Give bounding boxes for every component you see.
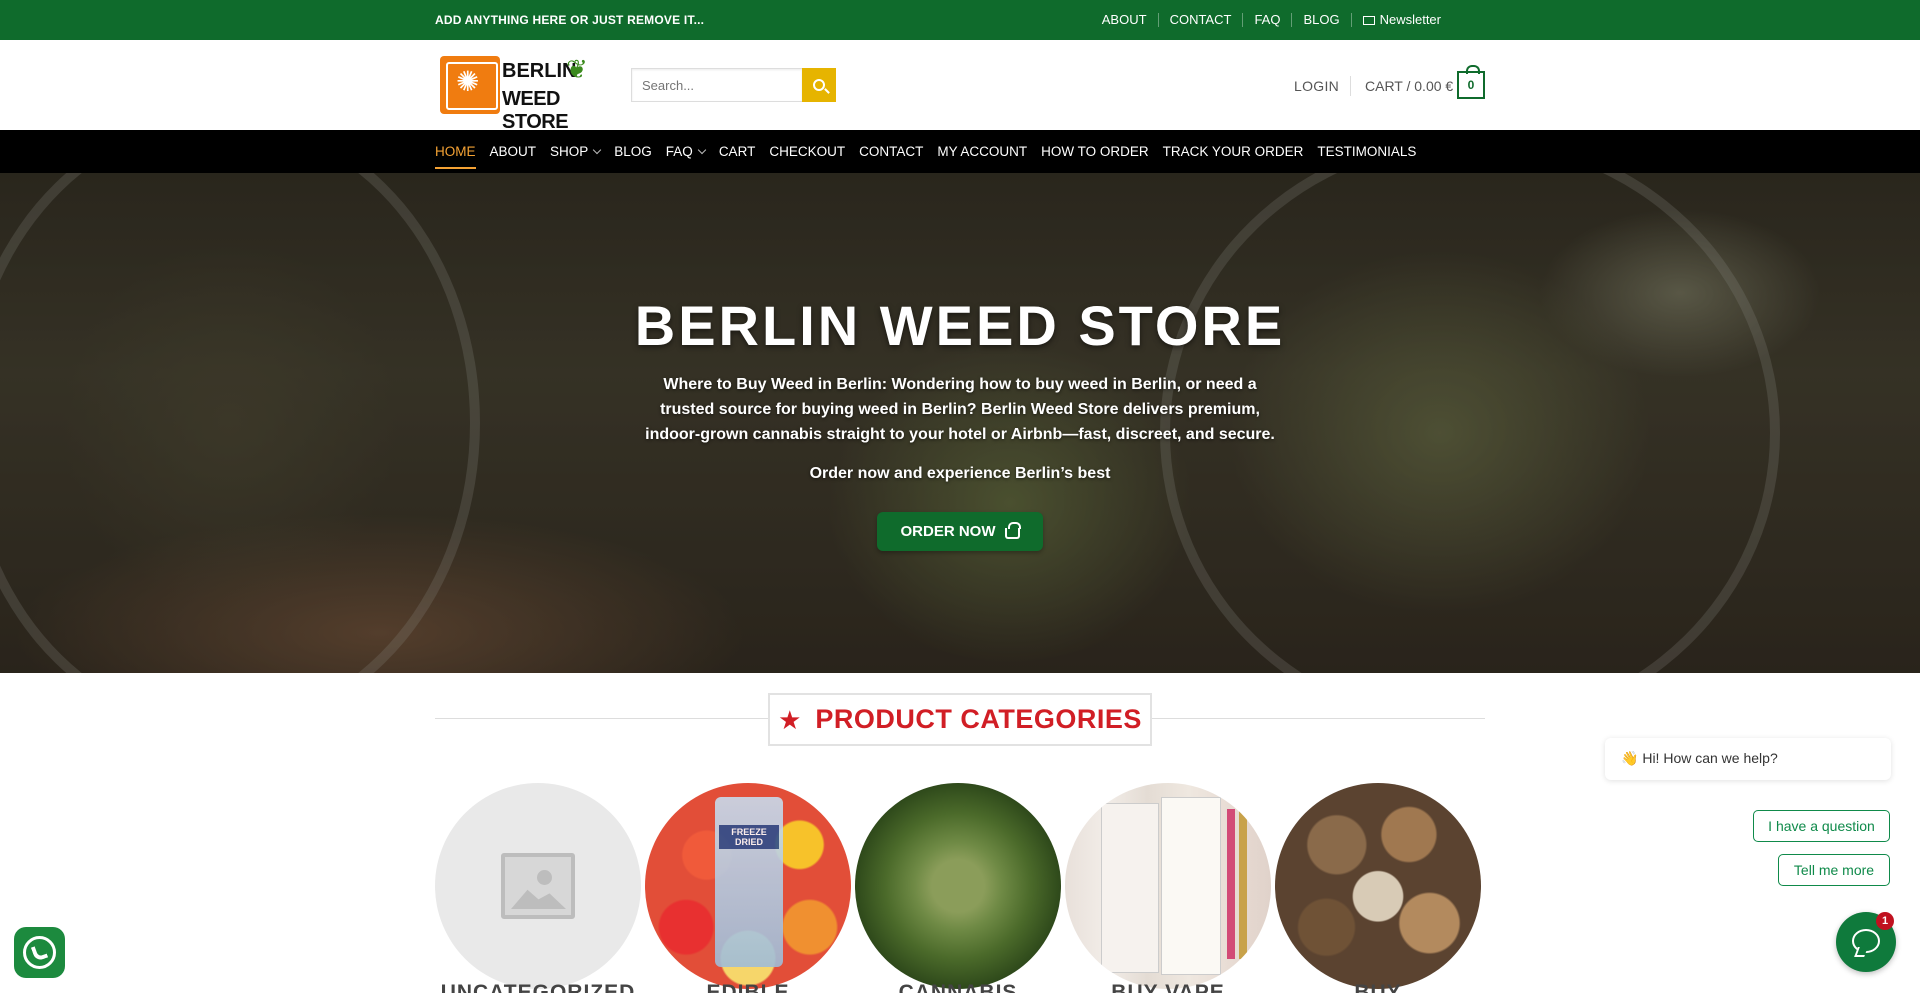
chat-greeting-text: Hi! How can we help? — [1642, 750, 1778, 766]
main-nav: HOME ABOUT SHOP BLOG FAQ CART CHECKOUT CONTACT M… — [0, 130, 1920, 173]
order-now-button[interactable]: ORDER NOW — [877, 512, 1043, 551]
nav-item-label: FAQ — [665, 144, 693, 159]
category-uncategorized[interactable]: UNCATEGORIZED — [435, 783, 641, 993]
logo-badge: ✺ — [440, 56, 500, 114]
top-link-blog[interactable]: BLOG — [1291, 13, 1350, 27]
cannabis-category-image — [855, 783, 1061, 989]
mushroom-category-image — [1275, 783, 1481, 989]
chat-option-tell-more[interactable]: Tell me more — [1778, 854, 1890, 886]
nav-item-label: MY ACCOUNT — [937, 144, 1028, 159]
nav-item-contact[interactable]: CONTACT — [859, 130, 923, 173]
category-label: CANNABIS — [898, 981, 1018, 993]
logo-leaf-icon: ❦ — [566, 54, 588, 84]
page: ADD ANYTHING HERE OR JUST REMOVE IT... A… — [0, 0, 1920, 993]
nav-item-home[interactable]: HOME — [435, 130, 476, 173]
chat-notification-badge: 1 — [1876, 912, 1894, 930]
top-links: ABOUT CONTACT FAQ BLOG Newsletter — [1091, 0, 1452, 40]
category-edible[interactable]: FREEZE DRIED EDIBLE — [645, 783, 851, 993]
hero-description: Where to Buy Weed in Berlin: Wondering h… — [645, 376, 1275, 443]
site-logo[interactable]: ✺ BERLIN ❦ WEED STORE — [438, 52, 598, 133]
top-link-contact[interactable]: CONTACT — [1157, 13, 1243, 27]
category-label: UNCATEGORIZED — [440, 981, 636, 993]
star-icon: ★ — [778, 704, 802, 735]
category-buy-vape[interactable]: BUY VAPE — [1065, 783, 1271, 993]
top-link-faq[interactable]: FAQ — [1242, 13, 1291, 27]
edible-category-image: FREEZE DRIED — [645, 783, 851, 989]
nav-item-label: HOME — [435, 144, 476, 159]
nav-item-label: TRACK YOUR ORDER — [1162, 144, 1304, 159]
product-categories-heading: ★ PRODUCT CATEGORIES — [768, 693, 1152, 746]
nav-item-label: HOW TO ORDER — [1041, 144, 1149, 159]
product-categories-title: PRODUCT CATEGORIES — [815, 704, 1142, 734]
nav-item-label: CONTACT — [859, 144, 924, 159]
chevron-down-icon — [593, 145, 602, 154]
order-now-label: ORDER NOW — [900, 523, 996, 540]
chat-icon — [1852, 929, 1880, 953]
nav-item-track-your-order[interactable]: TRACK YOUR ORDER — [1163, 130, 1304, 173]
chevron-down-icon — [697, 145, 707, 154]
header: ✺ BERLIN ❦ WEED STORE LOGIN CART / 0.00 … — [0, 40, 1920, 133]
top-bar: ADD ANYTHING HERE OR JUST REMOVE IT... A… — [0, 0, 1920, 40]
bag-label: FREEZE DRIED — [719, 825, 779, 849]
category-buy[interactable]: BUY — [1275, 783, 1481, 993]
category-cannabis[interactable]: CANNABIS — [855, 783, 1061, 993]
nav-item-about[interactable]: ABOUT — [490, 130, 537, 173]
category-grid: UNCATEGORIZED FREEZE DRIED EDIBLE CANNAB… — [435, 783, 1485, 993]
login-link[interactable]: LOGIN — [1294, 78, 1339, 94]
hero-title: BERLIN WEED STORE — [634, 294, 1286, 357]
newsletter-label: Newsletter — [1379, 12, 1441, 27]
category-label: EDIBLE — [706, 981, 790, 993]
nav-item-faq[interactable]: FAQ — [665, 130, 707, 173]
cannabis-leaf-icon: ✺ — [456, 66, 480, 97]
nav-item-how-to-order[interactable]: HOW TO ORDER — [1041, 130, 1149, 173]
top-link-newsletter[interactable]: Newsletter — [1350, 12, 1452, 27]
nav-item-shop[interactable]: SHOP — [550, 130, 602, 173]
placeholder-image-icon — [435, 783, 641, 989]
nav-item-checkout[interactable]: CHECKOUT — [769, 130, 845, 173]
nav-item-testimonials[interactable]: TESTIMONIALS — [1317, 130, 1416, 173]
envelope-icon — [1362, 15, 1375, 25]
promo-text: ADD ANYTHING HERE OR JUST REMOVE IT... — [435, 13, 705, 27]
search-form — [631, 68, 836, 102]
chat-greeting-bubble: 👋 Hi! How can we help? — [1605, 738, 1891, 780]
whatsapp-button[interactable] — [14, 927, 65, 978]
nav-item-label: ABOUT — [489, 144, 537, 159]
wave-icon: 👋 — [1621, 750, 1639, 766]
nav-item-label: CART — [718, 144, 756, 159]
gummy-bag-image: FREEZE DRIED — [715, 797, 783, 967]
top-link-about[interactable]: ABOUT — [1091, 13, 1158, 27]
logo-text-line2: WEED STORE — [502, 88, 569, 133]
nav-item-label: CHECKOUT — [769, 144, 846, 159]
vape-category-image — [1065, 783, 1271, 989]
nav-item-cart[interactable]: CART — [719, 130, 756, 173]
cart-link[interactable]: CART / 0.00 € — [1365, 78, 1453, 94]
basket-icon — [1004, 521, 1021, 539]
cart-count-icon[interactable]: 0 — [1457, 65, 1485, 99]
nav-item-label: SHOP — [550, 144, 589, 159]
search-icon — [813, 79, 825, 91]
category-label: BUY — [1354, 981, 1402, 993]
nav-item-label: TESTIMONIALS — [1317, 144, 1417, 159]
chat-option-question[interactable]: I have a question — [1753, 810, 1890, 842]
nav-item-my-account[interactable]: MY ACCOUNT — [937, 130, 1027, 173]
search-input[interactable] — [631, 68, 802, 102]
hero-subtext: Order now and experience Berlin’s best — [809, 465, 1111, 482]
header-divider — [1350, 76, 1351, 96]
main-nav-list: HOME ABOUT SHOP BLOG FAQ CART CHECKOUT CONTACT M… — [435, 130, 1430, 173]
nav-item-label: BLOG — [614, 144, 652, 159]
hero-banner: BERLIN WEED STORE Where to Buy Weed in B… — [0, 173, 1920, 673]
search-button[interactable] — [802, 68, 836, 102]
category-label: BUY VAPE — [1111, 981, 1225, 993]
nav-item-blog[interactable]: BLOG — [614, 130, 652, 173]
